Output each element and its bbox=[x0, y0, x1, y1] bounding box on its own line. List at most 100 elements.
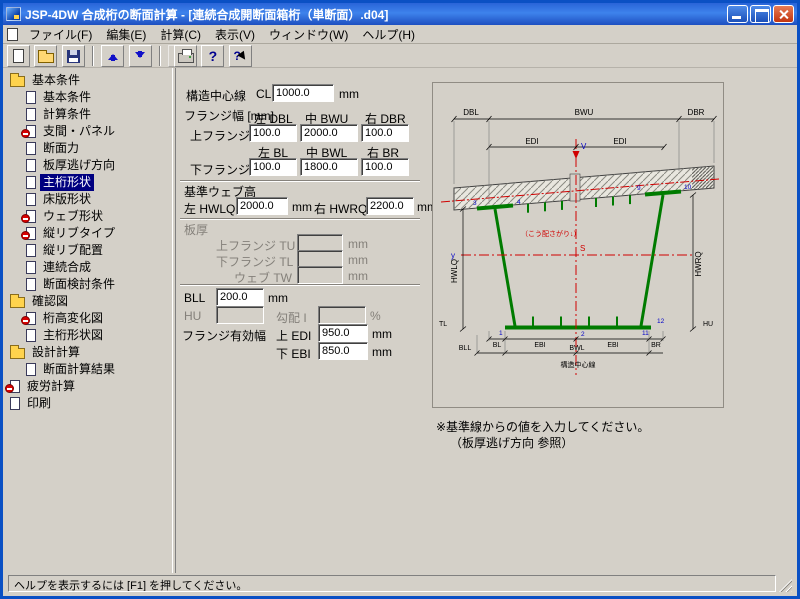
tree-item-basic-conditions[interactable]: 基本条件 bbox=[3, 89, 172, 106]
app-icon bbox=[6, 7, 21, 21]
move-up-button[interactable] bbox=[101, 45, 124, 67]
menu-window[interactable]: ウィンドウ(W) bbox=[262, 25, 355, 44]
slope-unit: % bbox=[370, 309, 381, 323]
document-icon bbox=[26, 108, 36, 121]
menu-bar: ファイル(F) 編集(E) 計算(C) 表示(V) ウィンドウ(W) ヘルプ(H… bbox=[3, 25, 797, 44]
dim-ebi-left: EBI bbox=[534, 342, 545, 349]
bll-label: BLL bbox=[184, 291, 205, 305]
open-folder-icon bbox=[38, 53, 54, 63]
dim-dbr: DBR bbox=[688, 108, 705, 117]
tree-item-fatigue-calc[interactable]: 疲労計算 bbox=[3, 378, 172, 395]
resize-grip[interactable] bbox=[779, 579, 792, 592]
document-icon bbox=[26, 363, 36, 376]
document-icon bbox=[10, 380, 20, 393]
tree-item-calc-conditions[interactable]: 計算条件 bbox=[3, 106, 172, 123]
node-label: 10 bbox=[684, 184, 692, 191]
tree-item-design-calc-folder[interactable]: 設計計算 bbox=[3, 344, 172, 361]
bwl-input[interactable] bbox=[300, 158, 358, 176]
hwlq-input[interactable] bbox=[236, 197, 288, 215]
tree-item-girder-shape-figure[interactable]: 主桁形状図 bbox=[3, 327, 172, 344]
girder-cross-section-diagram: DBL BWU DBR EDI EDI HWLQ HWRQ TL HU BL E… bbox=[433, 83, 723, 407]
node-label: 1 bbox=[499, 330, 503, 337]
save-button[interactable] bbox=[62, 45, 85, 67]
menu-edit[interactable]: 編集(E) bbox=[99, 25, 153, 44]
menu-calc[interactable]: 計算(C) bbox=[153, 25, 208, 44]
document-icon bbox=[26, 176, 36, 189]
tree-item-basic-conditions-folder[interactable]: 基本条件 bbox=[3, 72, 172, 89]
main-panel: 構造中心線 CL mm フランジ幅 [mm] 左 DBL 中 BWU 右 DBR… bbox=[176, 68, 797, 573]
document-icon bbox=[26, 159, 36, 172]
tree-item-section-check-conditions[interactable]: 断面検討条件 bbox=[3, 276, 172, 293]
context-help-button[interactable]: ? bbox=[229, 45, 252, 67]
document-icon bbox=[26, 329, 36, 342]
hwrq-input[interactable] bbox=[366, 197, 414, 215]
help-button[interactable]: ? bbox=[201, 45, 224, 67]
tree-item-main-girder-shape[interactable]: 主桁形状 bbox=[3, 174, 172, 191]
hu-input bbox=[216, 306, 264, 324]
minimize-button[interactable] bbox=[727, 5, 748, 23]
ebi-input[interactable] bbox=[318, 342, 368, 360]
new-button[interactable] bbox=[7, 45, 30, 67]
status-bar: ヘルプを表示するには [F1] を押してください。 bbox=[6, 573, 794, 593]
down-arrow-icon bbox=[133, 49, 147, 63]
bwu-input[interactable] bbox=[300, 124, 358, 142]
node-label: 4 bbox=[517, 199, 521, 206]
save-icon bbox=[67, 50, 80, 63]
node-label: 2 bbox=[581, 331, 585, 338]
context-help-icon: ? bbox=[234, 50, 247, 62]
document-icon bbox=[10, 397, 20, 410]
close-button[interactable] bbox=[773, 5, 794, 23]
cl-unit: mm bbox=[339, 87, 359, 101]
tl-unit: mm bbox=[348, 253, 368, 267]
tree-item-rib-type[interactable]: 縦リブタイプ bbox=[3, 225, 172, 242]
cl-input[interactable] bbox=[272, 84, 334, 102]
tree-item-continuous-composite[interactable]: 連続合成 bbox=[3, 259, 172, 276]
menu-view[interactable]: 表示(V) bbox=[208, 25, 262, 44]
move-down-button[interactable] bbox=[129, 45, 152, 67]
error-flag-icon bbox=[21, 316, 30, 325]
bl-input[interactable] bbox=[249, 158, 297, 176]
diagram-panel: DBL BWU DBR EDI EDI HWLQ HWRQ TL HU BL E… bbox=[432, 82, 724, 408]
tw-input bbox=[297, 266, 343, 284]
application-window: JSP-4DW 合成桁の断面計算 - [連続合成開断面箱桁（単断面）.d04] … bbox=[0, 0, 800, 599]
input-note-line1: ※基準線からの値を入力してください。 bbox=[436, 418, 649, 435]
tree-item-slab-shape[interactable]: 床版形状 bbox=[3, 191, 172, 208]
tree-item-web-shape[interactable]: ウェブ形状 bbox=[3, 208, 172, 225]
tree-item-girder-height-figure[interactable]: 桁高変化図 bbox=[3, 310, 172, 327]
tree-item-section-force[interactable]: 断面力 bbox=[3, 140, 172, 157]
tree-item-confirm-figures-folder[interactable]: 確認図 bbox=[3, 293, 172, 310]
node-label: 11 bbox=[642, 330, 649, 337]
dim-bwu: BWU bbox=[575, 108, 594, 117]
node-label: 3 bbox=[473, 200, 477, 207]
edi-label: 上 EDI bbox=[276, 327, 311, 344]
tree-item-section-calc-result[interactable]: 断面計算結果 bbox=[3, 361, 172, 378]
error-flag-icon bbox=[5, 384, 14, 393]
menu-help[interactable]: ヘルプ(H) bbox=[355, 25, 422, 44]
navigation-tree: 基本条件 基本条件 計算条件 支間・パネル 断面力 板厚逃げ方向 主桁形状 床版… bbox=[3, 68, 172, 573]
tree-item-span-panel[interactable]: 支間・パネル bbox=[3, 123, 172, 140]
tree-item-rib-layout[interactable]: 縦リブ配置 bbox=[3, 242, 172, 259]
window-title: JSP-4DW 合成桁の断面計算 - [連続合成開断面箱桁（単断面）.d04] bbox=[25, 6, 388, 23]
bll-input[interactable] bbox=[216, 288, 264, 306]
tree-item-plate-escape-direction[interactable]: 板厚逃げ方向 bbox=[3, 157, 172, 174]
document-icon bbox=[26, 227, 36, 240]
dim-edi-right: EDI bbox=[613, 137, 626, 146]
tu-label: 上フランジ TU bbox=[216, 237, 292, 254]
separator-line bbox=[180, 180, 420, 182]
mdi-document-icon[interactable] bbox=[7, 28, 18, 41]
error-flag-icon bbox=[21, 129, 30, 138]
dbl-input[interactable] bbox=[249, 124, 297, 142]
dim-hwlq: HWLQ bbox=[450, 259, 459, 283]
print-button[interactable] bbox=[174, 45, 197, 67]
open-button[interactable] bbox=[34, 45, 57, 67]
lower-flange-label: 下フランジ bbox=[190, 161, 250, 178]
dbr-input[interactable] bbox=[361, 124, 409, 142]
centerline-code: CL bbox=[256, 87, 271, 101]
menu-file[interactable]: ファイル(F) bbox=[22, 25, 99, 44]
edi-input[interactable] bbox=[318, 324, 368, 342]
br-input[interactable] bbox=[361, 158, 409, 176]
dim-hwrq: HWRQ bbox=[694, 251, 703, 276]
maximize-button[interactable] bbox=[750, 5, 771, 23]
tree-item-print[interactable]: 印刷 bbox=[3, 395, 172, 412]
edi-unit: mm bbox=[372, 327, 392, 341]
